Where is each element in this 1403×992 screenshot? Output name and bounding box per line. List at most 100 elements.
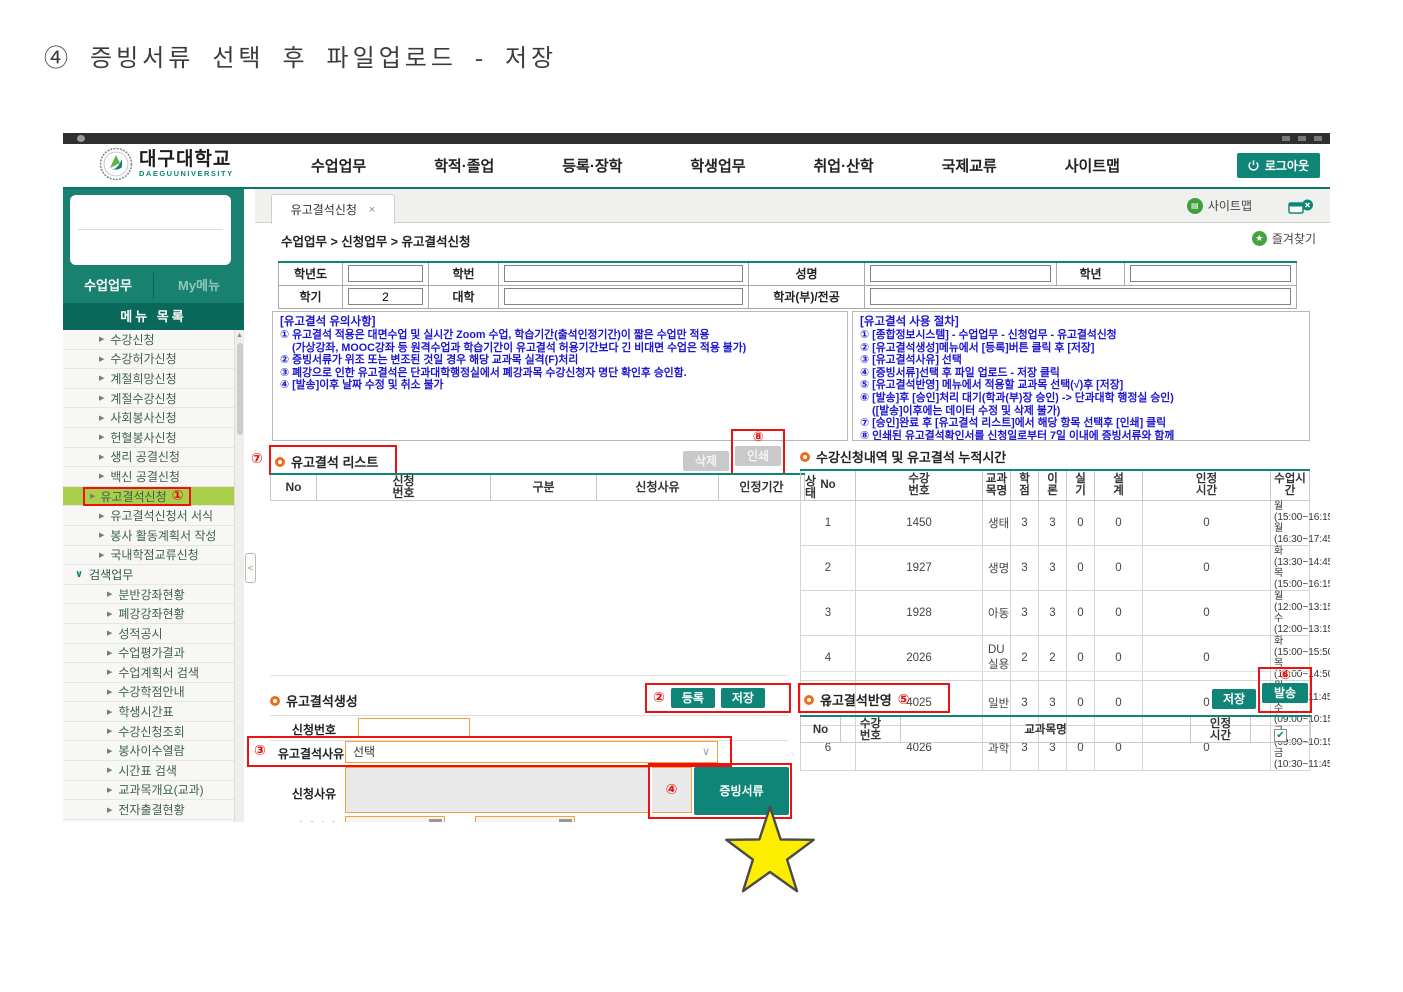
sidebar-menu-item[interactable]: ▶ 시간표 검색	[63, 761, 234, 781]
enroll-table-row[interactable]: 1 1450 생태 3 3 0 0 0 월(15:00~16:15) 월(16:…	[801, 500, 1310, 545]
enroll-header-cell: 학 점	[1011, 470, 1039, 500]
calendar-icon[interactable]	[559, 819, 572, 822]
term-label: 학기	[279, 285, 343, 308]
sidebar-menu-item[interactable]: ▶ 교과목개요(교과)	[63, 781, 234, 801]
delete-button[interactable]: 삭제	[683, 451, 729, 471]
top-nav-item[interactable]: 학생업무	[690, 155, 745, 176]
cell-design: 0	[1095, 500, 1143, 545]
triangle-bullet-icon: ▶	[107, 766, 112, 774]
sidebar-menu-item[interactable]: ▶ 학생시간표	[63, 702, 234, 722]
studentno-input[interactable]	[504, 265, 743, 282]
breadcrumb: 수업업무 > 신청업무 > 유고결석신청	[281, 231, 471, 250]
top-nav-item[interactable]: 학적·졸업	[434, 155, 494, 176]
enroll-header-cell: 이 론	[1039, 470, 1067, 500]
reason-select[interactable]: 선택 ∨	[345, 741, 718, 763]
logout-button[interactable]: 로그아웃	[1237, 153, 1320, 178]
triangle-bullet-icon: ▶	[107, 688, 112, 696]
register-button[interactable]: 등록	[671, 688, 715, 708]
sidebar-menu-item[interactable]: ▶ 수강학점안내	[63, 683, 234, 703]
cell-credit: 3	[1011, 500, 1039, 545]
sidebar-menu-item[interactable]: ▶ 수업계획서 검색	[63, 663, 234, 683]
sidebar-item-label: 수강학점안내	[118, 683, 184, 700]
tab-absence-apply[interactable]: 유고결석신청 ×	[271, 194, 395, 224]
top-nav-item[interactable]: 등록·장학	[562, 155, 622, 176]
sidebar-item-absence-apply[interactable]: ▶ 유고결석신청 ①	[63, 487, 234, 507]
cell-theory: 2	[1039, 635, 1067, 680]
send-button[interactable]: 발송	[1262, 683, 1308, 703]
menu-mid-list: ▶ 유고결석신청서 서식 ▶ 봉사 활동계획서 작성 ▶ 국내학점교류신청	[63, 506, 234, 565]
sidebar-menu-item[interactable]: ▶ 봉사이수열람	[63, 741, 234, 761]
sidebar-menu-item[interactable]: ▶ 계절희망신청	[63, 369, 234, 389]
enroll-title: 수강신청내역 및 유고결석 누적시간	[816, 447, 1006, 466]
sidebar-menu-item[interactable]: ▶ 봉사 활동계획서 작성	[63, 526, 234, 546]
name-label: 성명	[749, 262, 865, 285]
select-all-checkbox[interactable]: ✔	[1274, 729, 1287, 742]
cell-recognized: 0	[1143, 545, 1271, 590]
period-start-input[interactable]	[345, 816, 445, 822]
grade-input[interactable]	[1130, 265, 1291, 282]
year-input[interactable]	[348, 265, 423, 282]
sidebar-item-label: 전자출결현황	[118, 801, 184, 818]
sidebar-item-label: 헌혈봉사신청	[110, 429, 176, 446]
sidebar-menu-item[interactable]: ▶ 분반강좌현황	[63, 585, 234, 605]
sidebar-section-search[interactable]: ∨ 검색업무	[63, 565, 234, 585]
sitemap-label: 사이트맵	[1208, 197, 1252, 214]
university-emblem-icon	[99, 147, 133, 181]
cell-recognized: 0	[1143, 590, 1271, 635]
top-nav-item[interactable]: 사이트맵	[1065, 155, 1120, 176]
enroll-table-row[interactable]: 3 1928 아동 3 3 0 0 0 월(12:00~13:15) 수(12:…	[801, 590, 1310, 635]
triangle-bullet-icon: ▶	[107, 727, 112, 735]
sidebar-menu-item[interactable]: ▶ 수강허가신청	[63, 350, 234, 370]
scrollbar-up-arrow-icon[interactable]: ▲	[235, 331, 244, 341]
popout-window-icon[interactable]	[1288, 199, 1314, 215]
sidebar-menu-item[interactable]: ▶ 헌혈봉사신청	[63, 428, 234, 448]
calendar-icon[interactable]	[429, 819, 442, 822]
enroll-table-row[interactable]: 2 1927 생명 3 3 0 0 0 화(13:30~14:45) 목(15:…	[801, 545, 1310, 590]
sidebar-menu-item[interactable]: ▶ 수업평가결과	[63, 644, 234, 664]
sidebar-tab-work[interactable]: 수업업무	[63, 273, 153, 299]
name-input[interactable]	[870, 265, 1051, 282]
sidebar-menu-item[interactable]: ▶ 사회봉사신청	[63, 408, 234, 428]
sidebar-menu-item[interactable]: ▶ 폐강강좌현황	[63, 604, 234, 624]
section-bullet-icon	[804, 695, 814, 705]
create-save-button[interactable]: 저장	[721, 688, 765, 708]
window-controls[interactable]	[1282, 136, 1322, 141]
sidebar-menu-item[interactable]: ▶ 성적공시	[63, 624, 234, 644]
annotation-6: ⑥	[1260, 669, 1310, 682]
sidebar-menu-item[interactable]: ▶ 백신 공결신청	[63, 467, 234, 487]
scrollbar-thumb[interactable]	[237, 343, 243, 435]
sidebar-menu-item[interactable]: ▶ 계절수강신청	[63, 389, 234, 409]
sidebar-menu-item[interactable]: ▶ 생리 공결신청	[63, 448, 234, 468]
notice-line: ⑧ 인쇄된 유고결석확인서를 신청일로부터 7일 이내에 증빙서류와 함께	[860, 430, 1302, 441]
sidebar-tab-mymenu[interactable]: My메뉴	[153, 273, 244, 299]
term-input[interactable]	[348, 288, 423, 305]
top-nav-item[interactable]: 국제교류	[942, 155, 997, 176]
top-nav-item[interactable]: 수업업무	[311, 155, 366, 176]
logout-label: 로그아웃	[1265, 157, 1309, 174]
annotation-box-5: 유고결석반영 ⑤	[798, 683, 950, 713]
cell-theory: 3	[1039, 590, 1067, 635]
university-logo[interactable]: 대구대학교 DAEGUUNIVERSITY	[99, 147, 234, 181]
sidebar-menu-item[interactable]: ▶ 유고결석신청서 서식	[63, 506, 234, 526]
top-nav-item[interactable]: 취업·산학	[814, 155, 874, 176]
sidebar-menu-item[interactable]: ▶ 수강신청	[63, 330, 234, 350]
notice-line: ④ [발송]이후 날짜 수정 및 취소 불가	[280, 379, 840, 392]
cell-code: 1450	[856, 500, 983, 545]
sidebar-menu-item[interactable]: ▶ 전자출결현황	[63, 800, 234, 820]
favorite-button[interactable]: ★ 즐겨찾기	[1252, 230, 1316, 247]
sitemap-link[interactable]: ▤ 사이트맵	[1187, 197, 1252, 214]
reason-textarea[interactable]	[345, 767, 650, 813]
tab-close-icon[interactable]: ×	[369, 204, 375, 216]
dept-input[interactable]	[870, 288, 1291, 305]
college-input[interactable]	[504, 288, 743, 305]
period-end-input[interactable]	[475, 816, 575, 822]
apply-save-button[interactable]: 저장	[1212, 689, 1256, 709]
enroll-table-row[interactable]: 4 2026 DU실용 2 2 0 0 0 화(15:00~15:50) 목(1…	[801, 635, 1310, 680]
sidebar-menu-item[interactable]: ▶ 국내학점교류신청	[63, 546, 234, 566]
cell-practice: 0	[1067, 635, 1095, 680]
menu-list-header: 메뉴 목록	[63, 303, 244, 330]
sidebar-menu-item[interactable]: ▶ 수강신청조회	[63, 722, 234, 742]
apply-no-input[interactable]	[358, 718, 470, 738]
print-button[interactable]: 인쇄	[735, 446, 781, 466]
sidebar-scrollbar[interactable]: ▲	[234, 330, 244, 822]
